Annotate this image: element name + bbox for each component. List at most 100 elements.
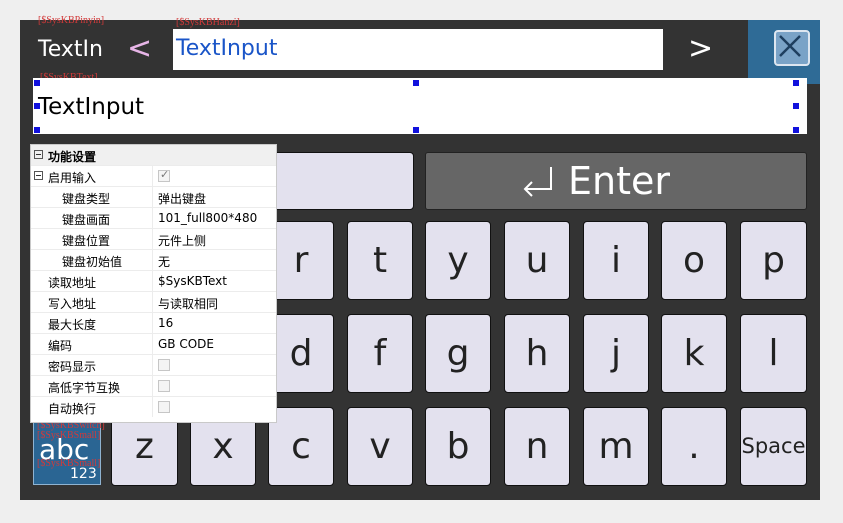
collapse-icon[interactable] — [34, 150, 43, 159]
key-label: r — [293, 240, 309, 281]
auto-wrap-checkbox[interactable] — [158, 401, 170, 413]
resize-handle[interactable] — [34, 80, 40, 86]
property-row[interactable]: 密码显示 — [31, 355, 276, 376]
key-label: k — [683, 333, 705, 374]
text-input-value: TextInput — [38, 94, 145, 120]
resize-handle[interactable] — [413, 127, 419, 133]
column-divider — [152, 271, 153, 291]
property-key: 键盘初始值 — [62, 255, 123, 269]
property-key: 自动换行 — [48, 402, 97, 416]
key-u[interactable]: u — [504, 221, 570, 300]
key-l[interactable]: l — [740, 314, 807, 393]
enter-icon — [523, 167, 552, 197]
key-t[interactable]: t — [347, 221, 413, 300]
key-label: n — [525, 426, 549, 467]
property-value[interactable]: 元件上侧 — [158, 232, 206, 249]
property-row[interactable]: 编码 GB CODE — [31, 334, 276, 355]
enable-input-checkbox[interactable] — [158, 168, 170, 182]
column-divider — [152, 166, 153, 186]
resize-handle[interactable] — [793, 80, 799, 86]
property-row[interactable]: 高低字节互换 — [31, 376, 276, 397]
key-label: Space — [741, 434, 806, 458]
property-value[interactable]: 无 — [158, 253, 170, 270]
enter-key-label: Enter — [568, 159, 670, 203]
key-p[interactable]: p — [740, 221, 807, 300]
property-value[interactable]: GB CODE — [158, 337, 214, 351]
key-b[interactable]: b — [425, 407, 491, 486]
pinyin-tag: [$SysKBPinyin] — [38, 15, 105, 26]
key-d[interactable]: d — [268, 314, 334, 393]
key-label: g — [446, 333, 470, 374]
text-input-field[interactable] — [33, 78, 807, 134]
key-label: . — [688, 426, 700, 467]
property-value[interactable]: 101_full800*480 — [158, 211, 257, 225]
column-divider — [152, 376, 153, 396]
key-label: l — [768, 333, 779, 374]
property-row[interactable]: 自动换行 — [31, 397, 276, 418]
close-button[interactable] — [748, 20, 820, 84]
column-divider — [152, 355, 153, 375]
column-divider — [152, 313, 153, 333]
key-c[interactable]: c — [268, 407, 334, 486]
key-v[interactable]: v — [347, 407, 413, 486]
key-r[interactable]: r — [268, 221, 334, 300]
key-n[interactable]: n — [504, 407, 570, 486]
property-panel: 功能设置 启用输入 键盘类型 弹出键盘 键盘画面 101_full800*480… — [30, 144, 277, 423]
key-label: u — [525, 240, 549, 281]
key-y[interactable]: y — [425, 221, 491, 300]
key-label: o — [682, 240, 706, 281]
property-key: 写入地址 — [48, 297, 97, 311]
key-m[interactable]: m — [583, 407, 649, 486]
property-value[interactable]: $SysKBText — [158, 274, 227, 288]
enter-key[interactable]: Enter — [425, 152, 807, 210]
backspace-key[interactable] — [268, 152, 414, 210]
property-group-header[interactable]: 功能设置 — [31, 145, 276, 166]
resize-handle[interactable] — [34, 127, 40, 133]
collapse-icon[interactable] — [34, 171, 43, 180]
property-row[interactable]: 写入地址 与读取相同 — [31, 292, 276, 313]
key-label: v — [369, 426, 391, 467]
key-label: p — [762, 240, 785, 281]
property-row[interactable]: 键盘类型 弹出键盘 — [31, 187, 276, 208]
column-divider — [152, 229, 153, 249]
key-label: z — [135, 426, 154, 467]
key-i[interactable]: i — [583, 221, 649, 300]
resize-handle[interactable] — [793, 103, 799, 109]
key-label: m — [598, 426, 634, 467]
key-j[interactable]: j — [583, 314, 649, 393]
switch-tag: [$SysKBSmall] — [37, 430, 101, 441]
resize-handle[interactable] — [413, 80, 419, 86]
property-row[interactable]: 键盘画面 101_full800*480 — [31, 208, 276, 229]
byte-swap-checkbox[interactable] — [158, 380, 170, 392]
property-value[interactable]: 与读取相同 — [158, 295, 218, 312]
key-f[interactable]: f — [347, 314, 413, 393]
key-g[interactable]: g — [425, 314, 491, 393]
column-divider — [152, 292, 153, 312]
property-row[interactable]: 读取地址 $SysKBText — [31, 271, 276, 292]
resize-handle[interactable] — [34, 103, 40, 109]
property-key: 键盘位置 — [62, 234, 111, 248]
property-row[interactable]: 键盘位置 元件上侧 — [31, 229, 276, 250]
property-row[interactable]: 键盘初始值 无 — [31, 250, 276, 271]
password-display-checkbox[interactable] — [158, 359, 170, 371]
key-label: f — [373, 333, 387, 374]
key-h[interactable]: h — [504, 314, 570, 393]
prev-candidate-button[interactable]: < — [127, 34, 152, 64]
resize-handle[interactable] — [793, 127, 799, 133]
property-row[interactable]: 启用输入 — [31, 166, 276, 187]
property-value[interactable]: 16 — [158, 316, 173, 330]
space-key[interactable]: Space — [740, 407, 807, 486]
key-period[interactable]: . — [661, 407, 727, 486]
column-divider — [152, 250, 153, 270]
key-label: b — [446, 426, 470, 467]
key-o[interactable]: o — [661, 221, 727, 300]
key-k[interactable]: k — [661, 314, 727, 393]
property-value[interactable]: 弹出键盘 — [158, 190, 206, 207]
key-label: i — [610, 240, 621, 281]
column-divider — [152, 208, 153, 228]
next-candidate-button[interactable]: > — [688, 34, 713, 64]
key-label: h — [525, 333, 549, 374]
property-row[interactable]: 最大长度 16 — [31, 313, 276, 334]
key-label: c — [291, 426, 311, 467]
key-label: x — [212, 426, 234, 467]
